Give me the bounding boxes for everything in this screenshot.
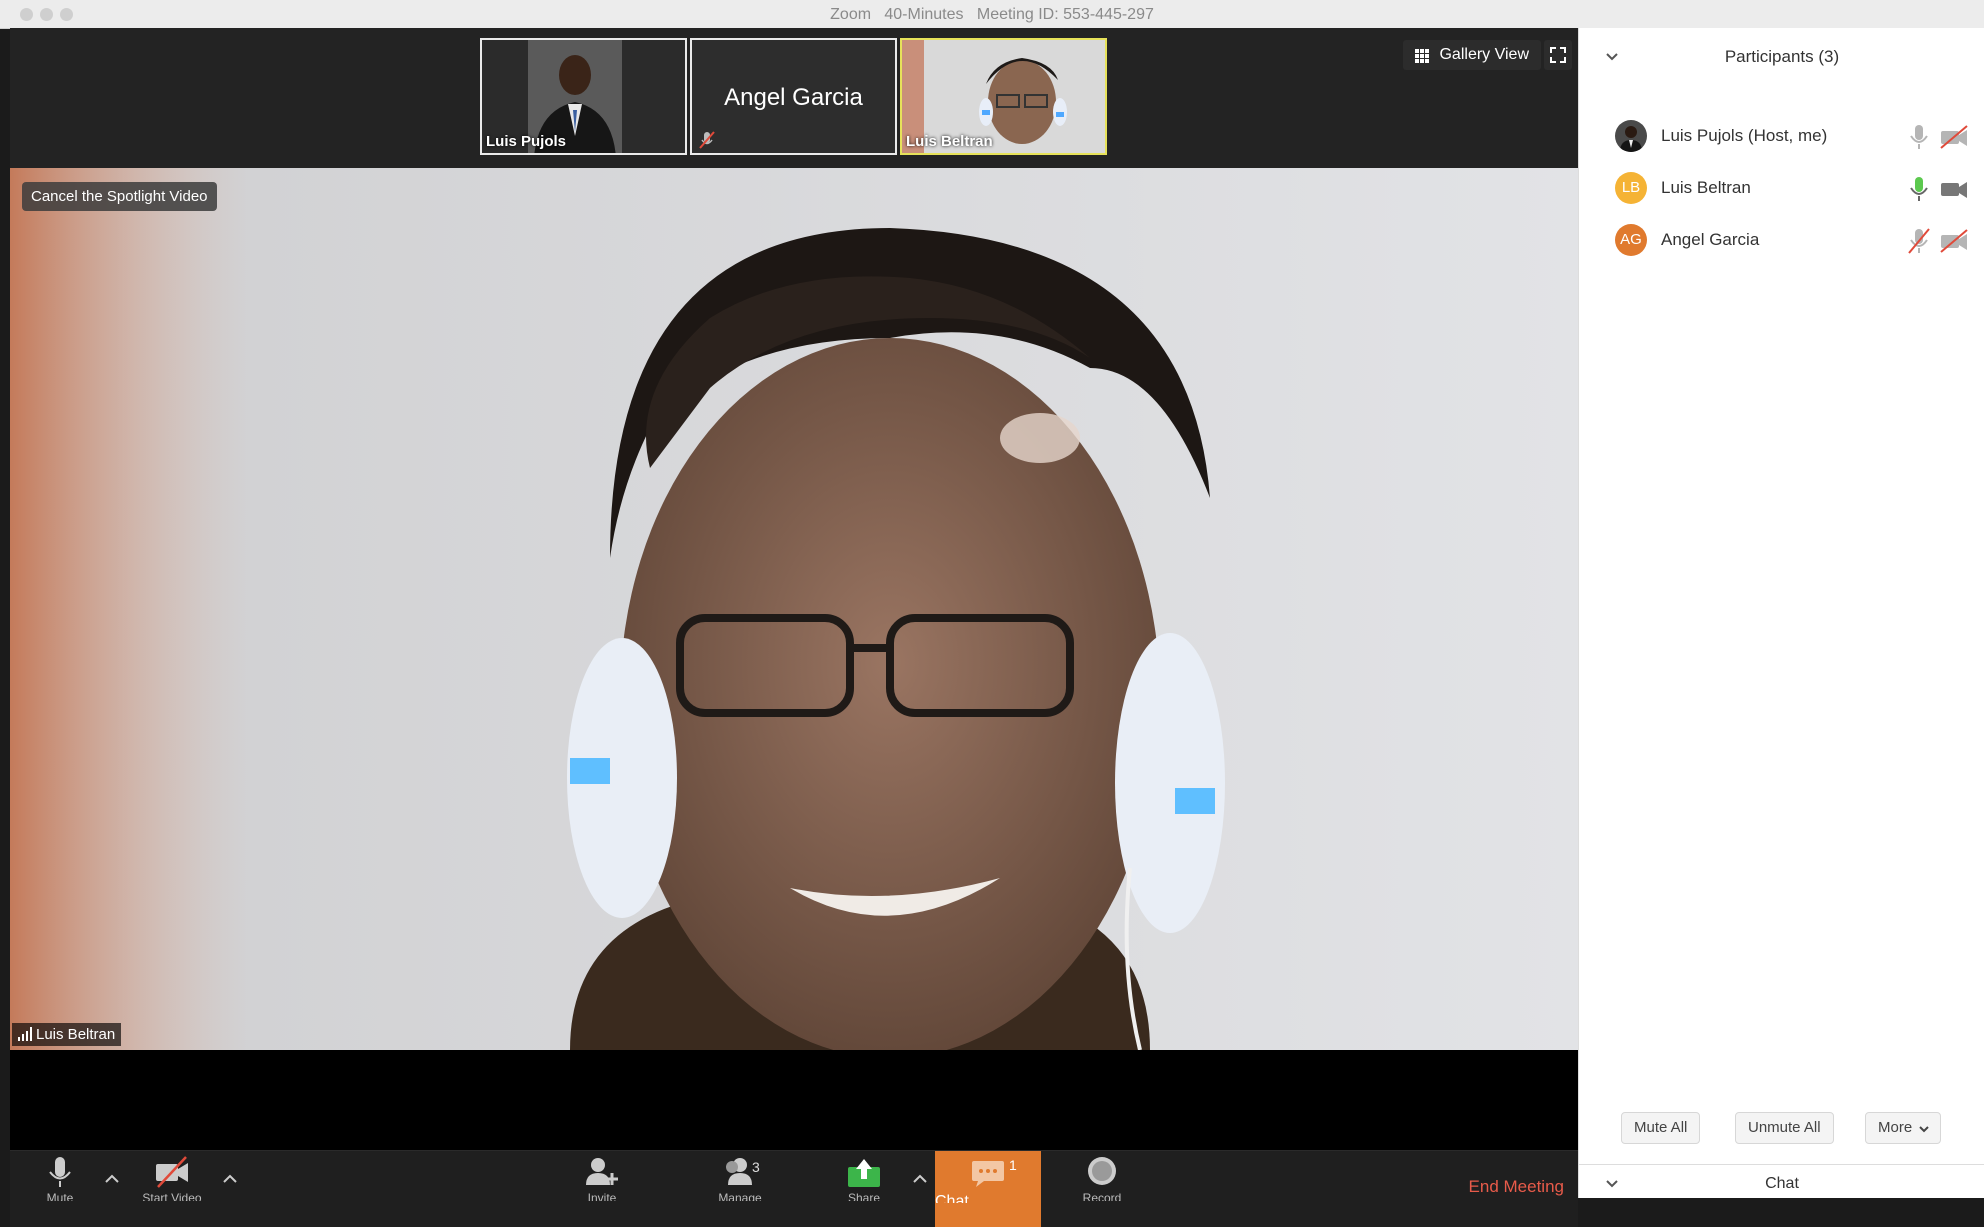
participant-row[interactable]: Luis Pujols (Host, me)	[1579, 110, 1984, 162]
fullscreen-icon	[1550, 47, 1566, 63]
avatar: AG	[1615, 224, 1647, 256]
participants-title: Participants (3)	[1724, 47, 1840, 66]
gallery-view-label: Gallery View	[1439, 46, 1529, 63]
participant-name: Angel Garcia	[1661, 230, 1760, 249]
end-meeting-button[interactable]: End Meeting	[1469, 1177, 1564, 1197]
participant-row[interactable]: AG Angel Garcia	[1579, 214, 1984, 266]
grid-icon	[1415, 49, 1430, 63]
more-label: More	[1878, 1119, 1913, 1136]
window-titlebar: Zoom 40-Minutes Meeting ID: 553-445-297	[0, 0, 1984, 29]
share-options-chevron-icon[interactable]	[910, 1169, 930, 1189]
chat-button[interactable]: 1 Chat	[935, 1151, 1041, 1227]
fullscreen-button[interactable]	[1544, 40, 1572, 70]
participant-name: Luis Pujols (Host, me)	[1661, 126, 1828, 145]
participants-panel: Participants (3) Luis Pujols (Host, me) …	[1578, 28, 1984, 1198]
more-button[interactable]: More	[1865, 1112, 1942, 1144]
record-icon	[1088, 1157, 1116, 1185]
thumbnail-name: Angel Garcia	[724, 84, 863, 111]
start-video-button[interactable]: Start Video	[142, 1155, 202, 1227]
meeting-toolbar: Mute Start Video Invite 3 Manage Share 1…	[10, 1150, 1578, 1227]
gallery-view-button[interactable]: Gallery View	[1403, 40, 1541, 70]
cancel-spotlight-button[interactable]: Cancel the Spotlight Video	[22, 182, 217, 211]
share-button[interactable]: Share	[834, 1155, 894, 1227]
thumbnail-name: Luis Pujols	[486, 133, 567, 150]
participants-header: Participants (3)	[1579, 28, 1984, 86]
mute-button[interactable]: Mute	[30, 1155, 90, 1227]
camera-on-icon[interactable]	[1939, 177, 1969, 201]
chat-badge: 1	[1009, 1157, 1017, 1173]
chat-title: Chat	[1765, 1175, 1799, 1192]
camera-off-icon	[156, 1156, 188, 1188]
participant-name: Luis Beltran	[1661, 178, 1751, 197]
chat-bubble-icon	[972, 1161, 1004, 1187]
avatar	[1615, 120, 1647, 152]
participants-actions: Mute All Unmute All More	[1579, 1098, 1984, 1154]
thumbnail-strip: Luis Pujols Angel Garcia Luis Beltran Ga…	[10, 28, 1578, 168]
invite-button[interactable]: Invite	[572, 1155, 632, 1227]
speaker-name: Luis Beltran	[36, 1026, 116, 1043]
camera-off-icon[interactable]	[1939, 229, 1969, 253]
thumbnail-luis-pujols[interactable]: Luis Pujols	[480, 38, 687, 155]
mic-on-icon[interactable]	[1907, 176, 1931, 202]
camera-off-icon[interactable]	[1939, 125, 1969, 149]
audio-options-chevron-icon[interactable]	[102, 1169, 122, 1189]
thumbnail-angel-garcia[interactable]: Angel Garcia	[690, 38, 897, 155]
speaker-name-tag: Luis Beltran	[12, 1023, 122, 1046]
participants-count: 3	[752, 1159, 760, 1175]
mic-muted-icon[interactable]	[1907, 228, 1931, 254]
avatar: LB	[1615, 172, 1647, 204]
participant-row[interactable]: LB Luis Beltran	[1579, 162, 1984, 214]
microphone-icon	[49, 1157, 71, 1187]
muted-mic-icon	[699, 131, 715, 149]
thumbnail-luis-beltran[interactable]: Luis Beltran	[900, 38, 1107, 155]
meeting-area: Luis Pujols Angel Garcia Luis Beltran Ga…	[10, 28, 1578, 1227]
spotlight-video: Cancel the Spotlight Video Luis Beltran	[10, 168, 1578, 1050]
chat-panel-header: Chat	[1579, 1164, 1984, 1199]
share-screen-icon	[848, 1159, 880, 1187]
person-photo-icon	[1620, 126, 1642, 152]
unmute-all-button[interactable]: Unmute All	[1735, 1112, 1834, 1144]
add-person-icon	[586, 1158, 618, 1185]
mic-off-icon[interactable]	[1907, 124, 1931, 150]
chevron-down-icon	[1919, 1126, 1929, 1133]
record-button[interactable]: Record	[1072, 1155, 1132, 1227]
video-options-chevron-icon[interactable]	[220, 1169, 240, 1189]
signal-strength-icon	[18, 1027, 32, 1041]
mute-all-button[interactable]: Mute All	[1621, 1112, 1701, 1144]
manage-participants-button[interactable]: 3 Manage Participants	[700, 1155, 780, 1227]
window-title: Zoom 40-Minutes Meeting ID: 553-445-297	[830, 6, 1154, 23]
thumbnail-name: Luis Beltran	[906, 133, 993, 150]
speaker-video-frame	[10, 168, 1578, 1050]
